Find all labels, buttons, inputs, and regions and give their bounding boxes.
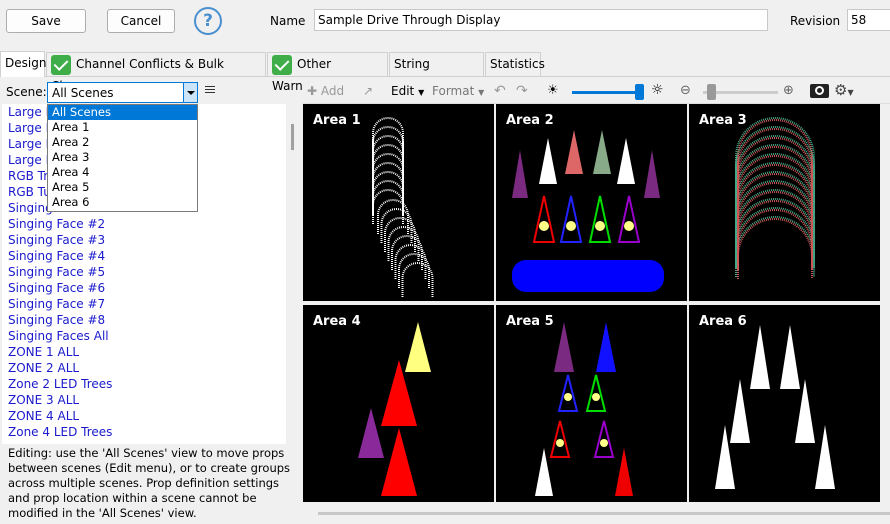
brightness-slider[interactable] bbox=[572, 84, 644, 100]
scene-select[interactable]: All Scenes bbox=[47, 82, 198, 103]
area-title: Area 5 bbox=[506, 314, 554, 329]
list-item[interactable]: Singing Face #8 bbox=[2, 312, 286, 328]
scene-dropdown-list[interactable]: All Scenes Area 1 Area 2 Area 3 Area 4 Area 5… bbox=[47, 104, 198, 212]
save-button[interactable]: Save bbox=[6, 9, 86, 33]
brightness-high-icon: ☼ bbox=[651, 82, 664, 98]
list-item[interactable]: Singing Faces All bbox=[2, 328, 286, 344]
help-text: Editing: use the 'All Scenes' view to mo… bbox=[8, 446, 291, 520]
area-title: Area 1 bbox=[313, 113, 361, 128]
gear-icon[interactable]: ⚙▼ bbox=[834, 81, 854, 99]
scene-option[interactable]: Area 6 bbox=[48, 195, 197, 210]
area-title: Area 3 bbox=[699, 113, 747, 128]
tab-statistics[interactable]: Statistics bbox=[485, 52, 545, 76]
scene-option[interactable]: Area 1 bbox=[48, 120, 197, 135]
camera-icon[interactable] bbox=[810, 84, 829, 98]
zoom-out-icon[interactable]: ⊖ bbox=[680, 83, 691, 98]
tab-other-warnings[interactable]: Other Warnings bbox=[267, 52, 388, 93]
list-item[interactable]: Singing Face #2 bbox=[2, 216, 286, 232]
revision-label: Revision bbox=[790, 14, 841, 28]
list-item[interactable]: ZONE 1 ALL bbox=[2, 344, 286, 360]
tab-statistics-label: Statistics bbox=[490, 57, 545, 71]
face-icon bbox=[624, 221, 634, 231]
format-label: Format bbox=[432, 84, 475, 98]
face-icon bbox=[592, 393, 600, 401]
check-icon bbox=[272, 54, 292, 75]
brightness-low-icon: ☀ bbox=[547, 83, 559, 98]
area-title: Area 6 bbox=[699, 314, 747, 329]
plus-icon: ✚ bbox=[307, 84, 318, 98]
scene-select-value: All Scenes bbox=[52, 86, 114, 100]
face-icon bbox=[600, 439, 608, 447]
name-field[interactable]: Sample Drive Through Display bbox=[314, 9, 768, 31]
redo-icon[interactable]: ↷ bbox=[516, 83, 528, 99]
list-item[interactable]: Singing Face #4 bbox=[2, 248, 286, 264]
preview-canvas[interactable]: Area 1 Area 2 Area 3 Area 4 Area 5 Area 6 bbox=[303, 104, 890, 508]
face-icon bbox=[556, 439, 564, 447]
scene-option[interactable]: All Scenes bbox=[48, 105, 197, 120]
face-icon bbox=[566, 221, 576, 231]
tunnel-prop bbox=[512, 260, 664, 292]
scene-option[interactable]: Area 5 bbox=[48, 180, 197, 195]
scene-label: Scene: bbox=[6, 85, 47, 99]
revision-field[interactable]: 58 bbox=[847, 9, 890, 31]
scene-option[interactable]: Area 2 bbox=[48, 135, 197, 150]
edit-menu[interactable]: Edit ▼ bbox=[391, 84, 424, 98]
scene-option[interactable]: Area 3 bbox=[48, 150, 197, 165]
face-icon bbox=[564, 393, 572, 401]
list-item[interactable]: ZONE 2 ALL bbox=[2, 360, 286, 376]
zoom-in-icon[interactable]: ⊕ bbox=[783, 83, 794, 98]
face-icon bbox=[595, 221, 605, 231]
tab-channel-conflicts[interactable]: Channel Conflicts & Bulk Changes bbox=[46, 52, 266, 93]
list-item[interactable]: ZONE 3 ALL bbox=[2, 392, 286, 408]
list-scrollbar[interactable] bbox=[286, 104, 302, 444]
name-label: Name bbox=[270, 14, 306, 28]
chevron-down-icon[interactable] bbox=[183, 83, 197, 102]
check-icon bbox=[51, 54, 71, 75]
area-title: Area 2 bbox=[506, 113, 554, 128]
tab-design[interactable]: Design bbox=[0, 51, 47, 77]
cancel-button[interactable]: Cancel bbox=[107, 9, 175, 33]
area-title: Area 4 bbox=[313, 314, 361, 329]
list-item[interactable]: Singing Face #5 bbox=[2, 264, 286, 280]
list-item[interactable]: Singing Face #3 bbox=[2, 232, 286, 248]
tab-string-summary[interactable]: String Summary bbox=[389, 52, 484, 93]
scene-option[interactable]: Area 4 bbox=[48, 165, 197, 180]
list-item[interactable]: Zone 2 LED Trees bbox=[2, 376, 286, 392]
menu-icon[interactable] bbox=[205, 85, 215, 95]
zoom-slider[interactable] bbox=[703, 84, 778, 100]
help-icon[interactable]: ? bbox=[194, 7, 222, 35]
undo-icon[interactable]: ↶ bbox=[494, 83, 506, 99]
add-button[interactable]: ✚ Add bbox=[307, 84, 344, 98]
tab-design-label: Design bbox=[5, 56, 47, 70]
format-menu[interactable]: Format ▼ bbox=[432, 84, 484, 98]
add-label: Add bbox=[320, 84, 345, 98]
horizontal-scrollbar[interactable] bbox=[318, 512, 890, 515]
list-item[interactable]: Singing Face #7 bbox=[2, 296, 286, 312]
list-item[interactable]: ZONE 4 ALL bbox=[2, 408, 286, 424]
connect-icon[interactable]: ↗ bbox=[363, 84, 373, 98]
list-item[interactable]: Singing Face #6 bbox=[2, 280, 286, 296]
face-icon bbox=[539, 221, 549, 231]
list-item[interactable]: Zone 4 LED Trees bbox=[2, 424, 286, 440]
edit-label: Edit bbox=[391, 84, 415, 98]
